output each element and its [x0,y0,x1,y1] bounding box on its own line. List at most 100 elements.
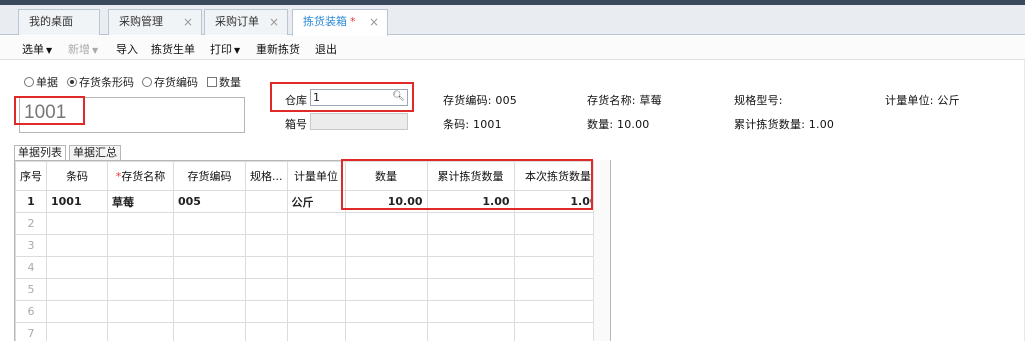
column-header-unit[interactable]: 计量单位 [286,161,346,191]
tab-label: 采购管理 [119,15,163,28]
cell[interactable] [245,256,288,279]
cell[interactable] [173,322,246,341]
close-icon[interactable]: × [369,10,379,34]
vertical-scrollbar[interactable] [593,160,610,341]
cell[interactable] [286,212,346,235]
cell[interactable] [245,190,288,213]
tab-picking-packing[interactable]: 拣货装箱 * × [292,9,388,36]
repick-button[interactable]: 重新拣货 [256,41,300,57]
table-row[interactable]: 4 [15,256,603,279]
cell[interactable] [245,300,288,323]
cell[interactable] [107,234,174,257]
radio-barcode[interactable]: 存货条形码 [67,74,134,90]
tab-purchase-order[interactable]: 采购订单 × [204,9,288,35]
cell[interactable] [344,234,428,257]
quantity-checkbox[interactable]: 数量 [207,74,241,90]
cell[interactable] [426,212,515,235]
cell[interactable] [426,322,515,341]
radio-icon [142,77,152,87]
cell[interactable] [344,322,428,341]
cell[interactable]: 公斤 [286,190,346,213]
cell[interactable] [46,256,108,279]
button-label: 新增 [68,43,90,56]
tab-my-desktop[interactable]: 我的桌面 [18,9,100,35]
cell[interactable] [286,322,346,341]
cell[interactable]: 1001 [46,190,108,213]
cell[interactable] [107,256,174,279]
cell[interactable] [513,322,603,341]
cell[interactable] [245,278,288,301]
cell[interactable] [173,212,246,235]
tab-label: 我的桌面 [29,15,73,28]
cell[interactable] [46,322,108,341]
cell[interactable] [426,256,515,279]
cell[interactable] [107,212,174,235]
cell[interactable] [46,300,108,323]
cell[interactable] [513,300,603,323]
cell[interactable]: 005 [173,190,246,213]
cell[interactable] [344,278,428,301]
column-header-index[interactable]: 序号 [15,161,47,191]
tab-document-list[interactable]: 单据列表 [14,145,66,160]
column-header-barcode[interactable]: 条码 [46,161,108,191]
table-row[interactable]: 7 [15,322,603,341]
close-icon[interactable]: × [183,10,193,34]
generate-order-button[interactable]: 拣货生单 [151,41,195,57]
cell[interactable] [286,256,346,279]
cell[interactable] [46,234,108,257]
cell[interactable] [245,234,288,257]
table-row[interactable]: 5 [15,278,603,301]
tab-label: 采购订单 [215,15,259,28]
cell[interactable]: 草莓 [107,190,174,213]
cell[interactable] [107,278,174,301]
print-button[interactable]: 打印 ▼ [210,41,240,57]
radio-inventory-code[interactable]: 存货编码 [142,74,198,90]
cell[interactable] [344,256,428,279]
cell[interactable] [513,278,603,301]
column-header-label: 存货名称 [121,170,166,183]
cell[interactable] [173,234,246,257]
cell[interactable] [245,322,288,341]
tab-document-summary[interactable]: 单据汇总 [69,145,121,160]
highlight-box [341,159,593,210]
column-header-code[interactable]: 存货编码 [173,161,246,191]
box-number-input[interactable] [310,113,408,130]
info-unit: 计量单位: 公斤 [885,94,960,107]
cell[interactable] [173,256,246,279]
cell: 2 [15,212,47,235]
column-header-spec[interactable]: 规格... [245,161,288,191]
exit-button[interactable]: 退出 [315,41,337,57]
tab-purchase-management[interactable]: 采购管理 × [108,9,202,35]
cell[interactable] [286,234,346,257]
table-row[interactable]: 6 [15,300,603,323]
import-button[interactable]: 导入 [116,41,138,57]
cell[interactable] [513,234,603,257]
cell[interactable] [107,322,174,341]
column-header-name[interactable]: *存货名称 [107,161,174,191]
select-order-button[interactable]: 选单 ▼ [22,41,52,57]
cell[interactable] [173,278,246,301]
info-inventory-code: 存货编码: 005 [443,94,517,107]
radio-label: 存货条形码 [79,76,134,89]
cell[interactable] [286,278,346,301]
cell[interactable] [513,212,603,235]
cell[interactable] [286,300,346,323]
info-picked-total: 累计拣货数量: 1.00 [734,118,835,131]
cell[interactable] [426,300,515,323]
cell[interactable] [46,212,108,235]
close-icon[interactable]: × [269,10,279,34]
cell[interactable] [426,234,515,257]
cell[interactable] [426,278,515,301]
table-row[interactable]: 2 [15,212,603,235]
cell[interactable] [344,212,428,235]
table-row[interactable]: 3 [15,234,603,257]
cell[interactable] [107,300,174,323]
cell[interactable] [513,256,603,279]
radio-document[interactable]: 单据 [24,74,58,90]
cell: 3 [15,234,47,257]
cell[interactable] [46,278,108,301]
new-button[interactable]: 新增 ▼ [68,41,98,57]
cell[interactable] [173,300,246,323]
cell[interactable] [245,212,288,235]
cell[interactable] [344,300,428,323]
